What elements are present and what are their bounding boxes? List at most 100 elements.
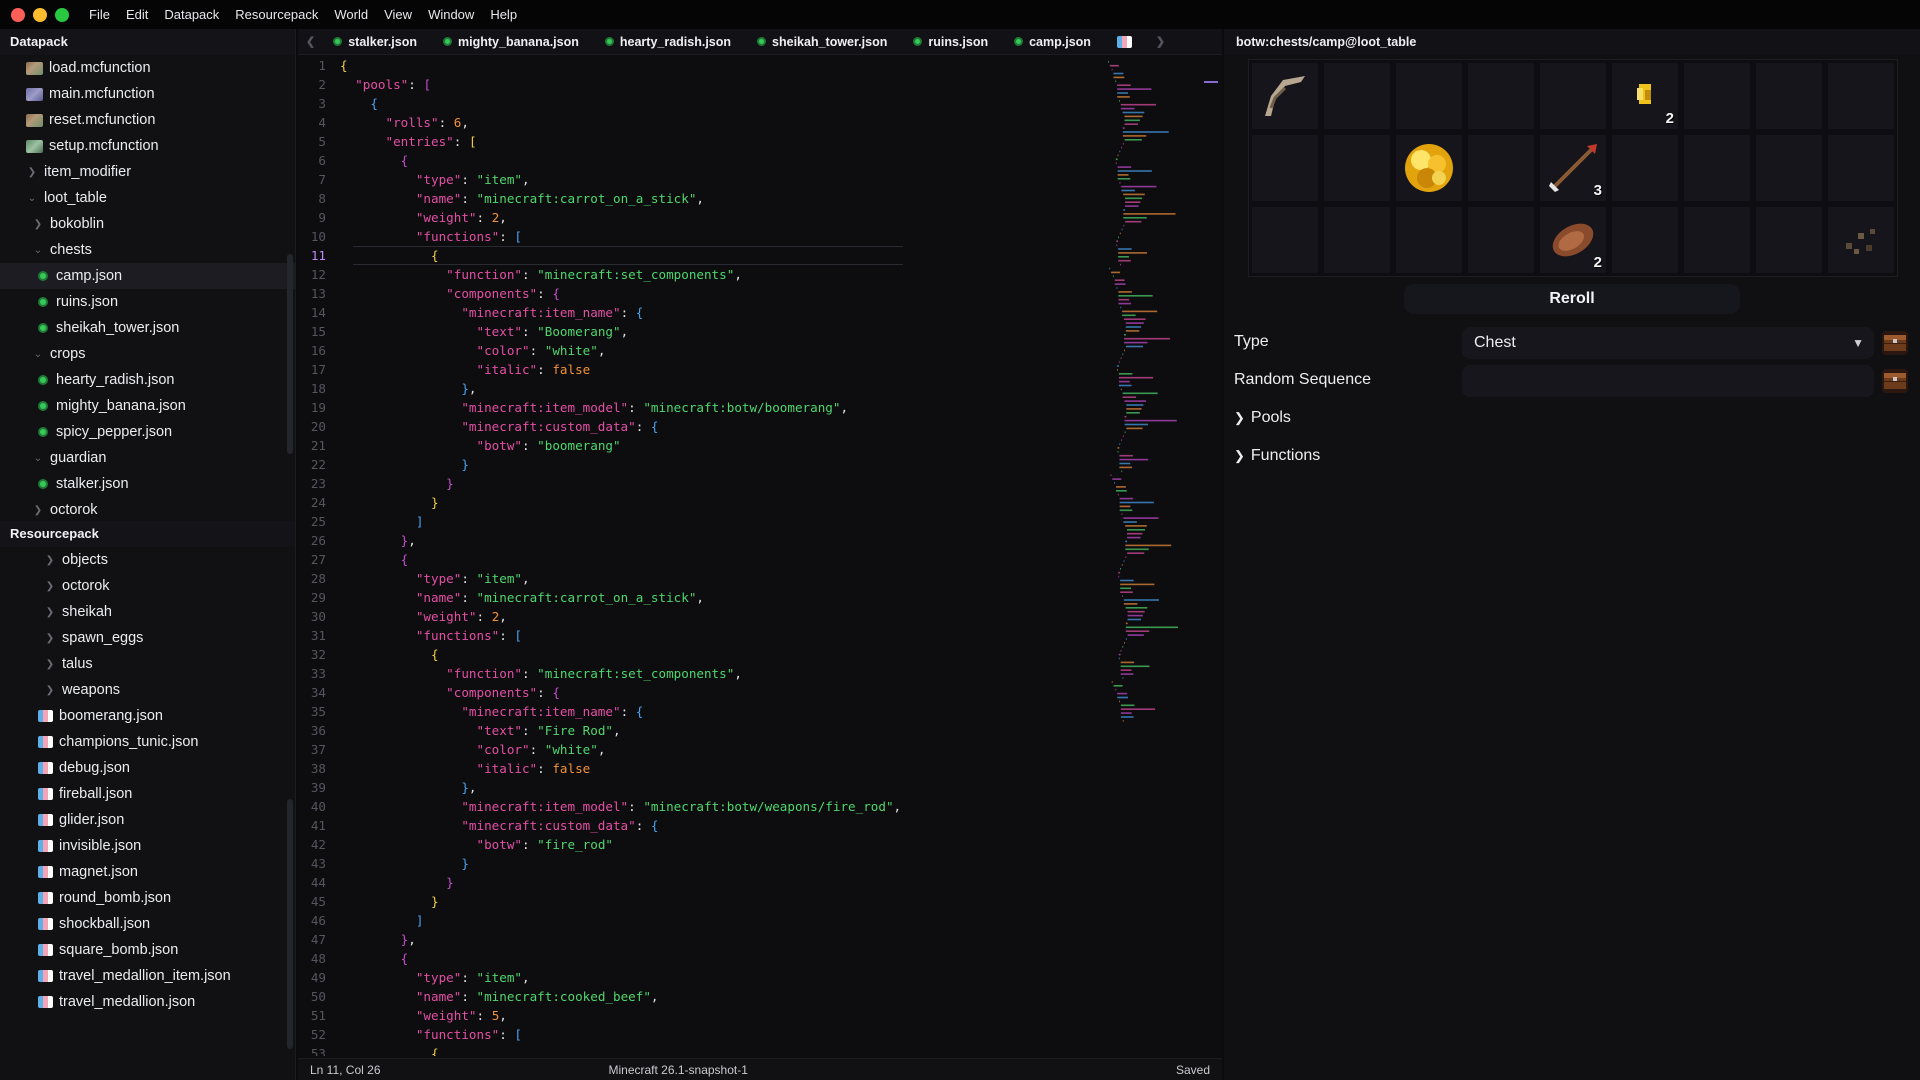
code-area[interactable]: 1{2 "pools": [3 {4 "rolls": 6, 5 "entries…: [298, 56, 1118, 1056]
code-line[interactable]: 43 }: [298, 854, 1118, 873]
loot-slot[interactable]: [1681, 60, 1753, 132]
code-line[interactable]: 5 "entries": [: [298, 132, 1118, 151]
code-line[interactable]: 19 "minecraft:item_model": "minecraft:bo…: [298, 398, 1118, 417]
tree-item[interactable]: round_bomb.json: [0, 885, 295, 911]
code-line[interactable]: 22 }: [298, 455, 1118, 474]
tree-item[interactable]: mighty_banana.json: [0, 393, 295, 419]
loot-slot[interactable]: [1321, 204, 1393, 276]
tree-item[interactable]: ❯ talus: [0, 651, 295, 677]
tree-item[interactable]: ⌄ crops: [0, 341, 295, 367]
code-line[interactable]: 9 "weight": 2,: [298, 208, 1118, 227]
code-line[interactable]: 52 "functions": [: [298, 1025, 1118, 1044]
datapack-section-title[interactable]: Datapack: [0, 29, 295, 55]
code-line[interactable]: 27 {: [298, 550, 1118, 569]
tree-item[interactable]: square_bomb.json: [0, 937, 295, 963]
minecraft-version[interactable]: Minecraft 26.1-snapshot-1: [609, 1063, 748, 1077]
loot-slot[interactable]: [1825, 132, 1897, 204]
zoom-window-button[interactable]: [55, 7, 69, 22]
loot-slot[interactable]: [1609, 132, 1681, 204]
tabs-scroll-left-icon[interactable]: ❮: [298, 35, 323, 48]
random-sequence-input[interactable]: [1462, 365, 1874, 397]
resourcepack-section-title[interactable]: Resourcepack: [0, 521, 295, 547]
code-line[interactable]: 35 "minecraft:item_name": {: [298, 702, 1118, 721]
editor-tab[interactable]: ruins.json: [903, 29, 1004, 55]
tree-item[interactable]: ❯ item_modifier: [0, 159, 295, 185]
loot-slot[interactable]: 2: [1609, 60, 1681, 132]
loot-slot[interactable]: [1465, 60, 1537, 132]
close-window-button[interactable]: [11, 7, 25, 22]
tree-item[interactable]: ⌄ guardian: [0, 445, 295, 471]
code-line[interactable]: 32 {: [298, 645, 1118, 664]
code-line[interactable]: 21 "botw": "boomerang": [298, 436, 1118, 455]
menu-help[interactable]: Help: [490, 7, 517, 22]
tree-item[interactable]: champions_tunic.json: [0, 729, 295, 755]
menu-edit[interactable]: Edit: [126, 7, 148, 22]
menu-datapack[interactable]: Datapack: [164, 7, 219, 22]
tree-item[interactable]: ❯ objects: [0, 547, 295, 573]
loot-slot[interactable]: [1537, 60, 1609, 132]
loot-slot[interactable]: [1249, 204, 1321, 276]
editor-tab[interactable]: mighty_banana.json: [433, 29, 595, 55]
editor-tab[interactable]: sheikah_tower.json: [747, 29, 903, 55]
code-line[interactable]: 50 "name": "minecraft:cooked_beef",: [298, 987, 1118, 1006]
tree-item[interactable]: reset.mcfunction: [0, 107, 295, 133]
pools-expander[interactable]: ❯ Pools: [1234, 409, 1291, 427]
loot-slot[interactable]: [1609, 204, 1681, 276]
code-line[interactable]: 46 ]: [298, 911, 1118, 930]
chest-icon[interactable]: [1882, 369, 1908, 393]
editor-scrollbar-thumb[interactable]: [1204, 81, 1218, 83]
tree-item[interactable]: camp.json: [0, 263, 295, 289]
code-line[interactable]: 47 },: [298, 930, 1118, 949]
code-line[interactable]: 36 "text": "Fire Rod",: [298, 721, 1118, 740]
code-line[interactable]: 25 ]: [298, 512, 1118, 531]
code-line[interactable]: 51 "weight": 5,: [298, 1006, 1118, 1025]
editor-tab[interactable]: camp.json: [1004, 29, 1107, 55]
code-line[interactable]: 45 }: [298, 892, 1118, 911]
tree-item[interactable]: spicy_pepper.json: [0, 419, 295, 445]
tree-item[interactable]: ⌄ chests: [0, 237, 295, 263]
loot-slot[interactable]: [1825, 60, 1897, 132]
loot-slot[interactable]: 3: [1537, 132, 1609, 204]
menu-resourcepack[interactable]: Resourcepack: [235, 7, 318, 22]
tree-item[interactable]: hearty_radish.json: [0, 367, 295, 393]
tree-item[interactable]: load.mcfunction: [0, 55, 295, 81]
loot-slot[interactable]: [1321, 132, 1393, 204]
code-line[interactable]: 33 "function": "minecraft:set_components…: [298, 664, 1118, 683]
code-line[interactable]: 6 {: [298, 151, 1118, 170]
code-line[interactable]: 37 "color": "white",: [298, 740, 1118, 759]
code-line[interactable]: 53 {: [298, 1044, 1118, 1056]
menu-file[interactable]: File: [89, 7, 110, 22]
code-line[interactable]: 15 "text": "Boomerang",: [298, 322, 1118, 341]
code-line[interactable]: 2 "pools": [: [298, 75, 1118, 94]
code-line[interactable]: 10 "functions": [: [298, 227, 1118, 246]
resourcepack-scrollbar[interactable]: [287, 799, 293, 1049]
loot-slot[interactable]: [1393, 60, 1465, 132]
loot-slot[interactable]: [1681, 204, 1753, 276]
code-line[interactable]: 42 "botw": "fire_rod": [298, 835, 1118, 854]
tree-item[interactable]: ❯ octorok: [0, 573, 295, 599]
code-line[interactable]: 34 "components": {: [298, 683, 1118, 702]
tree-item[interactable]: travel_medallion.json: [0, 989, 295, 1015]
type-select[interactable]: Chest ▼: [1462, 327, 1874, 359]
code-line[interactable]: 31 "functions": [: [298, 626, 1118, 645]
loot-slot[interactable]: [1465, 204, 1537, 276]
loot-slot[interactable]: [1249, 60, 1321, 132]
code-line[interactable]: 41 "minecraft:custom_data": {: [298, 816, 1118, 835]
model-json-icon[interactable]: [1116, 35, 1132, 48]
tree-item[interactable]: ❯ octorok: [0, 497, 295, 521]
loot-slot[interactable]: [1825, 204, 1897, 276]
tree-item[interactable]: glider.json: [0, 807, 295, 833]
tree-item[interactable]: setup.mcfunction: [0, 133, 295, 159]
loot-slot[interactable]: [1465, 132, 1537, 204]
tree-item[interactable]: debug.json: [0, 755, 295, 781]
menu-window[interactable]: Window: [428, 7, 474, 22]
tree-item[interactable]: ❯ weapons: [0, 677, 295, 703]
code-line[interactable]: 4 "rolls": 6,: [298, 113, 1118, 132]
code-line[interactable]: 18 },: [298, 379, 1118, 398]
code-line[interactable]: 39 },: [298, 778, 1118, 797]
code-line[interactable]: 26 },: [298, 531, 1118, 550]
code-line[interactable]: 20 "minecraft:custom_data": {: [298, 417, 1118, 436]
code-line[interactable]: 29 "name": "minecraft:carrot_on_a_stick"…: [298, 588, 1118, 607]
code-line[interactable]: 38 "italic": false: [298, 759, 1118, 778]
loot-slot[interactable]: [1753, 132, 1825, 204]
